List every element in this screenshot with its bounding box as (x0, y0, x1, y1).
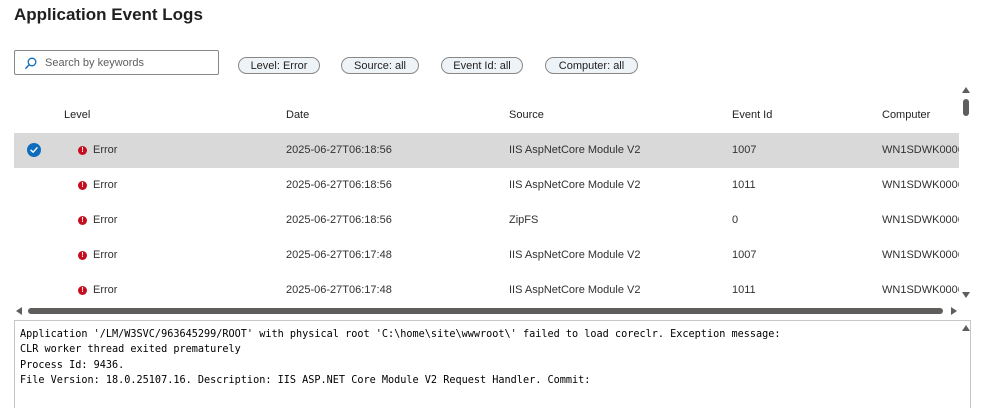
date-cell: 2025-06-27T06:18:56 (286, 144, 392, 156)
column-header-source[interactable]: Source (509, 109, 544, 121)
date-cell: 2025-06-27T06:17:48 (286, 284, 392, 296)
date-cell: 2025-06-27T06:17:48 (286, 249, 392, 261)
column-header-event-id[interactable]: Event Id (732, 109, 772, 121)
level-text: Error (93, 284, 118, 296)
level-cell: ! Error (78, 284, 117, 296)
event-id-cell: 1007 (732, 144, 757, 156)
source-cell: ZipFS (509, 214, 539, 226)
date-cell: 2025-06-27T06:18:56 (286, 179, 392, 191)
error-circle-icon: ! (78, 250, 87, 260)
source-cell: IIS AspNetCore Module V2 (509, 144, 641, 156)
computer-cell: WN1SDWK0006I7 (882, 179, 959, 191)
level-text: Error (93, 144, 118, 156)
computer-cell: WN1SDWK0006I7 (882, 249, 959, 261)
detail-line: CLR worker thread exited prematurely (20, 344, 241, 356)
error-circle-icon: ! (78, 145, 87, 155)
page-title: Application Event Logs (14, 5, 203, 24)
column-header-level[interactable]: Level (64, 109, 90, 121)
level-cell: ! Error (78, 179, 117, 191)
event-id-cell: 1007 (732, 249, 757, 261)
filter-source[interactable]: Source: all (341, 57, 419, 74)
search-input[interactable] (43, 55, 207, 70)
scroll-down-arrow-icon[interactable] (962, 292, 970, 298)
event-detail-text[interactable]: Application '/LM/W3SVC/963645299/ROOT' w… (14, 320, 971, 408)
filter-computer[interactable]: Computer: all (545, 57, 638, 74)
level-text: Error (93, 214, 118, 226)
filter-event-id[interactable]: Event Id: all (441, 57, 523, 74)
column-header-date[interactable]: Date (286, 109, 309, 121)
events-table: Level Date Source Event Id Computer ! Err… (14, 100, 959, 305)
computer-cell: WN1SDWK0006I7 (882, 214, 959, 226)
level-text: Error (93, 179, 118, 191)
table-row[interactable]: ! Error 2025-06-27T06:17:48 IIS AspNetCor… (14, 273, 959, 305)
level-cell: ! Error (78, 144, 117, 156)
scroll-left-arrow-icon[interactable] (16, 307, 22, 315)
computer-cell: WN1SDWK0006I7 (882, 144, 959, 156)
table-row[interactable]: ! Error 2025-06-27T06:18:56 IIS AspNetCor… (14, 133, 959, 168)
search-icon (25, 57, 37, 69)
detail-line: Application '/LM/W3SVC/963645299/ROOT' w… (20, 329, 781, 340)
date-cell: 2025-06-27T06:18:56 (286, 214, 392, 226)
level-cell: ! Error (78, 249, 117, 261)
scroll-up-arrow-icon[interactable] (962, 87, 970, 93)
detail-vertical-scrollbar[interactable] (961, 322, 971, 408)
error-circle-icon: ! (78, 285, 87, 295)
column-header-computer[interactable]: Computer (882, 109, 930, 121)
scroll-thumb[interactable] (28, 308, 943, 314)
detail-line: Process Id: 9436. (20, 359, 125, 371)
checkmark-circle-icon[interactable] (27, 143, 41, 157)
computer-cell: WN1SDWK0006I7 (882, 284, 959, 296)
error-circle-icon: ! (78, 215, 87, 225)
detail-line: File Version: 18.0.25107.16. Description… (20, 374, 591, 386)
table-vertical-scrollbar[interactable] (961, 86, 971, 304)
filter-level[interactable]: Level: Error (238, 57, 320, 74)
scroll-right-arrow-icon[interactable] (951, 307, 957, 315)
search-box[interactable] (14, 50, 219, 75)
error-circle-icon: ! (78, 180, 87, 190)
table-row[interactable]: ! Error 2025-06-27T06:18:56 IIS AspNetCor… (14, 168, 959, 203)
level-text: Error (93, 249, 118, 261)
scroll-thumb[interactable] (963, 99, 969, 116)
level-cell: ! Error (78, 214, 117, 226)
source-cell: IIS AspNetCore Module V2 (509, 179, 641, 191)
table-horizontal-scrollbar[interactable] (14, 305, 959, 317)
table-row[interactable]: ! Error 2025-06-27T06:18:56 ZipFS 0 WN1SD… (14, 203, 959, 238)
event-id-cell: 0 (732, 214, 739, 226)
source-cell: IIS AspNetCore Module V2 (509, 284, 641, 296)
event-id-cell: 1011 (732, 284, 756, 296)
source-cell: IIS AspNetCore Module V2 (509, 249, 641, 261)
table-row[interactable]: ! Error 2025-06-27T06:17:48 IIS AspNetCor… (14, 238, 959, 273)
scroll-up-arrow-icon[interactable] (962, 325, 970, 331)
table-header: Level Date Source Event Id Computer (14, 100, 959, 130)
event-id-cell: 1011 (732, 179, 756, 191)
